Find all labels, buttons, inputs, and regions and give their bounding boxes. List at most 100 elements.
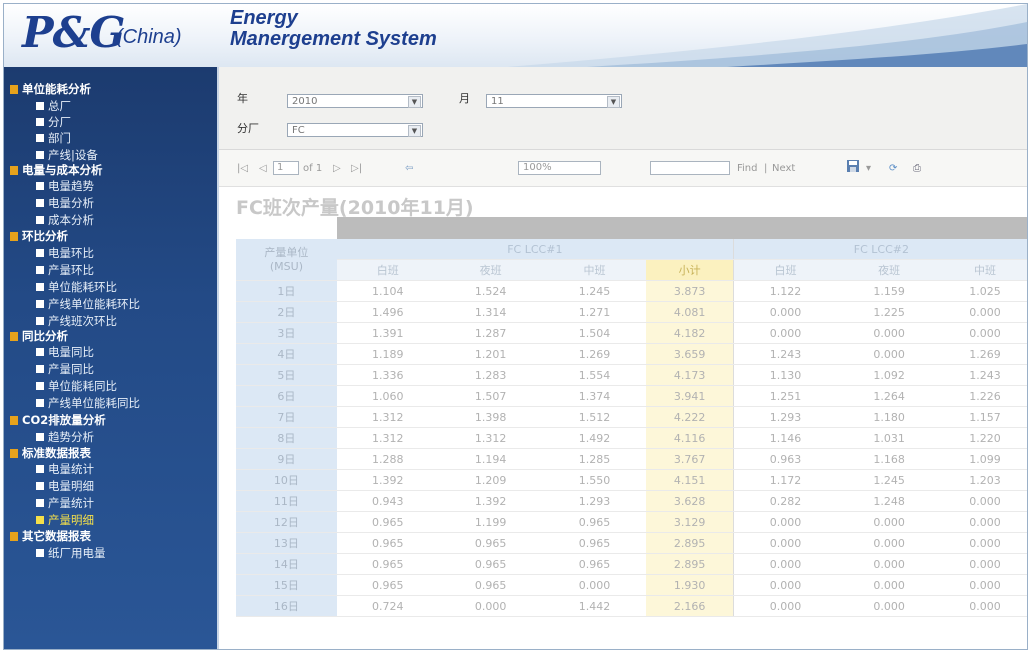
- month-select[interactable]: 11 ▼: [486, 94, 622, 108]
- day-cell: 16日: [236, 595, 337, 617]
- zoom-select[interactable]: 100%: [518, 161, 601, 175]
- value-cell: 1.122: [732, 280, 838, 302]
- zoom-value: 100%: [523, 162, 552, 173]
- print-icon[interactable]: ⎙: [913, 163, 921, 174]
- value-cell: 0.000: [837, 574, 942, 596]
- table-row: 11日 0.943 1.392 1.293 3.628 0.282 1.248 0.000: [236, 490, 1027, 512]
- value-cell: 1.269: [542, 343, 647, 365]
- value-cell: 1.392: [438, 490, 543, 512]
- table-row: 14日 0.965 0.965 0.965 2.895 0.000 0.000 0.000: [236, 553, 1027, 575]
- value-cell: 0.965: [336, 511, 439, 533]
- value-cell: 1.374: [542, 385, 647, 407]
- sidebar-item[interactable]: 部门: [4, 130, 217, 146]
- value-cell: 1.398: [438, 406, 543, 428]
- day-cell: 6日: [236, 385, 337, 407]
- sidebar-item[interactable]: 电量明细: [4, 478, 217, 494]
- shift-header: 白班: [732, 259, 838, 281]
- logo-region: (China): [116, 26, 182, 48]
- sidebar-item[interactable]: 趋势分析: [4, 429, 217, 445]
- value-cell: 1.271: [542, 301, 647, 323]
- value-cell: 3.659: [646, 343, 734, 365]
- group-header: FC LCC#1: [336, 239, 734, 260]
- sidebar-category[interactable]: 标准数据报表: [4, 445, 217, 461]
- sidebar-item[interactable]: 成本分析: [4, 212, 217, 228]
- sidebar-item[interactable]: 电量分析: [4, 195, 217, 211]
- sidebar-category[interactable]: 其它数据报表: [4, 528, 217, 544]
- plant-select[interactable]: FC ▼: [287, 123, 423, 137]
- refresh-icon[interactable]: ⟳: [889, 163, 897, 174]
- sidebar-item[interactable]: 产量统计: [4, 495, 217, 511]
- next-page-button[interactable]: ▷: [333, 163, 341, 174]
- value-cell: 3.767: [646, 448, 734, 470]
- prev-page-button[interactable]: ◁: [259, 163, 267, 174]
- sidebar-category[interactable]: 环比分析: [4, 228, 217, 244]
- year-label: 年: [237, 92, 248, 105]
- sidebar-item[interactable]: 产量明细: [4, 512, 217, 528]
- year-select[interactable]: 2010 ▼: [287, 94, 423, 108]
- value-cell: 1.288: [336, 448, 439, 470]
- export-icon[interactable]: [846, 159, 860, 176]
- back-button[interactable]: ⇦: [405, 163, 413, 174]
- value-cell: 1.245: [542, 280, 647, 302]
- sidebar-item[interactable]: 产量同比: [4, 361, 217, 377]
- sidebar-item[interactable]: 电量趋势: [4, 178, 217, 194]
- last-page-button[interactable]: ▷|: [351, 163, 362, 174]
- value-cell: 3.941: [646, 385, 734, 407]
- table-row: 4日 1.189 1.201 1.269 3.659 1.243 0.000 1.269: [236, 343, 1027, 365]
- sidebar-category[interactable]: 电量与成本分析: [4, 162, 217, 178]
- find-next-button[interactable]: Next: [772, 163, 795, 174]
- plant-value: FC: [292, 125, 305, 136]
- value-cell: 0.000: [837, 511, 942, 533]
- day-cell: 5日: [236, 364, 337, 386]
- export-dropdown-button[interactable]: ▾: [866, 163, 871, 174]
- value-cell: 1.312: [438, 427, 543, 449]
- value-cell: 0.000: [941, 301, 1027, 323]
- value-cell: 1.392: [336, 469, 439, 491]
- day-cell: 7日: [236, 406, 337, 428]
- value-cell: 0.000: [941, 490, 1027, 512]
- page-number-input[interactable]: 1: [273, 161, 299, 175]
- production-table: 产量单位 (MSU) FC LCC#1 FC LCC#2 白班 夜班 中班 小计 白班 夜班 中班 1…: [236, 239, 1027, 617]
- value-cell: 1.442: [542, 595, 647, 617]
- first-page-button[interactable]: |◁: [237, 163, 248, 174]
- sidebar-item[interactable]: 纸厂用电量: [4, 545, 217, 561]
- sidebar-item[interactable]: 电量统计: [4, 461, 217, 477]
- sidebar-item[interactable]: 单位能耗环比: [4, 279, 217, 295]
- sidebar-item[interactable]: 总厂: [4, 98, 217, 114]
- value-cell: 1.172: [732, 469, 838, 491]
- value-cell: 1.104: [336, 280, 439, 302]
- value-cell: 0.000: [837, 595, 942, 617]
- value-cell: 0.943: [336, 490, 439, 512]
- sidebar-item[interactable]: 产线单位能耗环比: [4, 296, 217, 312]
- table-row: 6日 1.060 1.507 1.374 3.941 1.251 1.264 1.226: [236, 385, 1027, 407]
- sidebar-item[interactable]: 分厂: [4, 114, 217, 130]
- sidebar-item[interactable]: 产量环比: [4, 262, 217, 278]
- month-value: 11: [491, 96, 504, 107]
- value-cell: 0.000: [837, 553, 942, 575]
- value-cell: 1.287: [438, 322, 543, 344]
- value-cell: 1.492: [542, 427, 647, 449]
- value-cell: 1.199: [438, 511, 543, 533]
- sidebar-item[interactable]: 产线|设备: [4, 147, 217, 163]
- find-button[interactable]: Find: [737, 163, 758, 174]
- sidebar-category[interactable]: 单位能耗分析: [4, 81, 217, 97]
- value-cell: 1.130: [732, 364, 838, 386]
- sidebar-item[interactable]: 电量环比: [4, 245, 217, 261]
- chevron-down-icon: ▼: [408, 96, 421, 108]
- find-input[interactable]: [650, 161, 730, 175]
- value-cell: 1.312: [336, 427, 439, 449]
- value-cell: 0.000: [837, 532, 942, 554]
- value-cell: 1.293: [732, 406, 838, 428]
- sidebar-category[interactable]: CO2排放量分析: [4, 412, 217, 428]
- value-cell: 1.312: [336, 406, 439, 428]
- sidebar-category[interactable]: 同比分析: [4, 328, 217, 344]
- app-header: P&G (China) Energy Manergement System: [4, 4, 1027, 67]
- value-cell: 2.166: [646, 595, 734, 617]
- value-cell: 1.220: [941, 427, 1027, 449]
- sidebar-item[interactable]: 产线单位能耗同比: [4, 395, 217, 411]
- day-cell: 14日: [236, 553, 337, 575]
- shift-header: 夜班: [837, 259, 942, 281]
- sidebar-item[interactable]: 产线班次环比: [4, 313, 217, 329]
- sidebar-item[interactable]: 电量同比: [4, 344, 217, 360]
- sidebar-item[interactable]: 单位能耗同比: [4, 378, 217, 394]
